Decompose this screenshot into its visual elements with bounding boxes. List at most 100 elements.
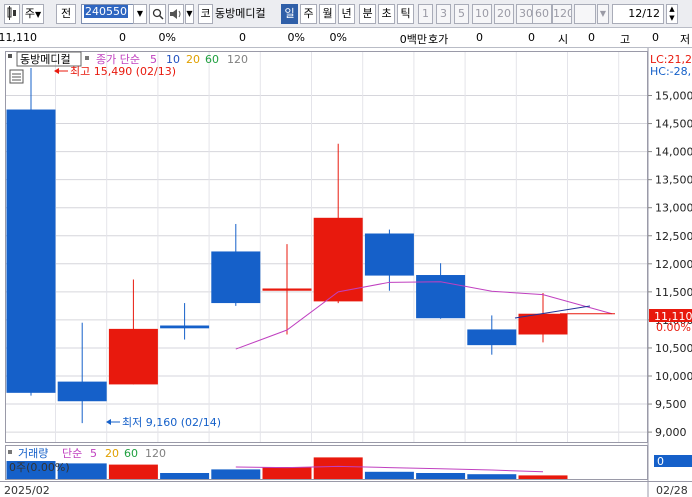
count-display-value: 12/12 <box>628 7 660 20</box>
tab-minute[interactable]: 분 <box>359 4 376 24</box>
volume-value-badge-text: 0 <box>657 455 664 468</box>
y-tick-label: 14,500 <box>655 118 692 131</box>
price-legend: 동방메디컬 종가 단순 5 10 20 60 120 <box>8 51 248 67</box>
interval-10[interactable]: 10 <box>472 4 492 24</box>
interval-5[interactable]: 5 <box>454 4 469 24</box>
interval-60[interactable]: 60 <box>532 4 552 24</box>
interval-30-label: 30 <box>519 7 533 20</box>
high-label: 고 <box>620 33 631 46</box>
tab-day-label: 일 <box>284 7 295 20</box>
volume-ma-60: 60 <box>124 447 138 460</box>
y-tick-label: 11,500 <box>655 286 692 299</box>
stock-code-dropdown[interactable]: ▼ <box>133 4 147 24</box>
interval-custom-input[interactable] <box>574 4 596 24</box>
high-annotation: 최고 15,490 (02/13) <box>54 65 176 78</box>
high-annotation-text: 최고 15,490 (02/13) <box>70 65 176 78</box>
stock-name: 동방메디컬 <box>214 4 280 24</box>
stock-name-label: 동방메디컬 <box>215 7 266 20</box>
search-icon[interactable] <box>149 4 166 24</box>
tab-year[interactable]: 년 <box>338 4 355 24</box>
tab-week-label: 주 <box>303 7 314 20</box>
open-value: 0 <box>588 31 595 44</box>
low-label: 저 <box>680 33 691 46</box>
date-axis-end: 02/28 <box>656 484 688 497</box>
tab-tick[interactable]: 틱 <box>397 4 414 24</box>
current-price: 11,110 <box>0 31 37 44</box>
toggle-icon[interactable] <box>9 69 24 84</box>
volume-bar <box>108 464 158 479</box>
low-annotation-text: 최저 9,160 (02/14) <box>122 416 221 429</box>
tab-day[interactable]: 일 <box>281 4 298 24</box>
candle-body <box>57 381 107 402</box>
market-prefix-label: 코 <box>200 7 211 20</box>
low-annotation: 최저 9,160 (02/14) <box>106 416 221 429</box>
tab-month[interactable]: 월 <box>319 4 336 24</box>
count-spinner[interactable]: ▲ ▼ <box>666 4 678 24</box>
interval-1-label: 1 <box>422 7 429 20</box>
interval-3[interactable]: 3 <box>436 4 451 24</box>
interval-1[interactable]: 1 <box>418 4 433 24</box>
market-prefix[interactable]: 코 <box>198 4 213 24</box>
y-tick-label: 9,500 <box>655 398 687 411</box>
toolbar: 주▼ 전 240550 ▼ ▼ 코 동방메디컬 일 주 월 년 분 초 틱 1 … <box>0 0 692 28</box>
volume-ma-20: 20 <box>105 447 119 460</box>
y-tick-label: 15,000 <box>655 90 692 103</box>
candle-body <box>6 109 56 393</box>
tab-week[interactable]: 주 <box>300 4 317 24</box>
volume-ma-120: 120 <box>145 447 166 460</box>
tab-year-label: 년 <box>341 7 352 20</box>
period-prefix-dropdown[interactable]: 주▼ <box>22 4 44 24</box>
candle-body <box>211 251 261 304</box>
candle-body <box>108 328 158 385</box>
change-value: 0 <box>119 31 126 44</box>
speaker-icon[interactable] <box>168 4 184 24</box>
volume-bar <box>211 469 261 479</box>
ask-value: 0 <box>476 31 483 44</box>
count-display: 12/12 <box>612 4 664 24</box>
volume-ma-label: 단순 <box>62 447 82 460</box>
change-rate: 0% <box>158 31 176 44</box>
quote-info-row: 11,110 0 0% 0 0% 0% 0백만 호가 0 0 시 0 고 0 저 <box>0 28 692 48</box>
candlestick-chart[interactable]: 15,000 14,500 14,000 13,500 13,000 12,500 12,0… <box>0 48 692 497</box>
legend-ma-120: 120 <box>227 53 248 66</box>
open-label: 시 <box>558 33 569 46</box>
interval-60-label: 60 <box>535 7 549 20</box>
legend-stock-name: 동방메디컬 <box>20 53 71 66</box>
prev-label: 전 <box>60 7 72 20</box>
interval-20[interactable]: 20 <box>494 4 514 24</box>
hc-label: HC:-28, <box>650 65 691 78</box>
tab-tick-label: 틱 <box>400 7 411 20</box>
interval-120-label: 120 <box>553 7 572 20</box>
current-change-text: 0.00% <box>656 321 691 334</box>
volume-bar <box>467 474 517 479</box>
speaker-dropdown[interactable]: ▼ <box>185 4 194 24</box>
y-tick-label: 9,000 <box>655 426 687 439</box>
volume-bar <box>262 467 312 479</box>
volume-bar <box>364 471 414 479</box>
turnover-rate: 0% <box>329 31 347 44</box>
candle-body <box>364 233 414 276</box>
tab-month-label: 월 <box>322 7 333 20</box>
volume-value: 0 <box>239 31 246 44</box>
candle-body <box>518 313 568 335</box>
prev-button[interactable]: 전 <box>56 4 76 24</box>
interval-20-label: 20 <box>497 7 511 20</box>
y-tick-label: 10,500 <box>655 342 692 355</box>
trade-amount: 0백만 <box>399 33 427 46</box>
interval-120[interactable]: 120 <box>552 4 572 24</box>
high-value: 0 <box>652 31 659 44</box>
interval-10-label: 10 <box>475 7 489 20</box>
tab-second[interactable]: 초 <box>378 4 395 24</box>
volume-bar <box>518 475 568 479</box>
chart-type-icon[interactable] <box>4 4 20 24</box>
volume-marker-icon <box>8 450 12 454</box>
candle-body <box>467 329 517 346</box>
interval-dropdown[interactable]: ▼ <box>597 4 609 24</box>
volume-info: 0주(0.00%) <box>9 461 70 474</box>
y-tick-label: 12,000 <box>655 258 692 271</box>
period-prefix-label: 주 <box>24 7 35 20</box>
interval-5-label: 5 <box>458 7 465 20</box>
date-axis-start: 2025/02 <box>4 484 50 497</box>
ma-marker-icon <box>85 56 89 60</box>
legend-marker-icon <box>8 54 12 58</box>
